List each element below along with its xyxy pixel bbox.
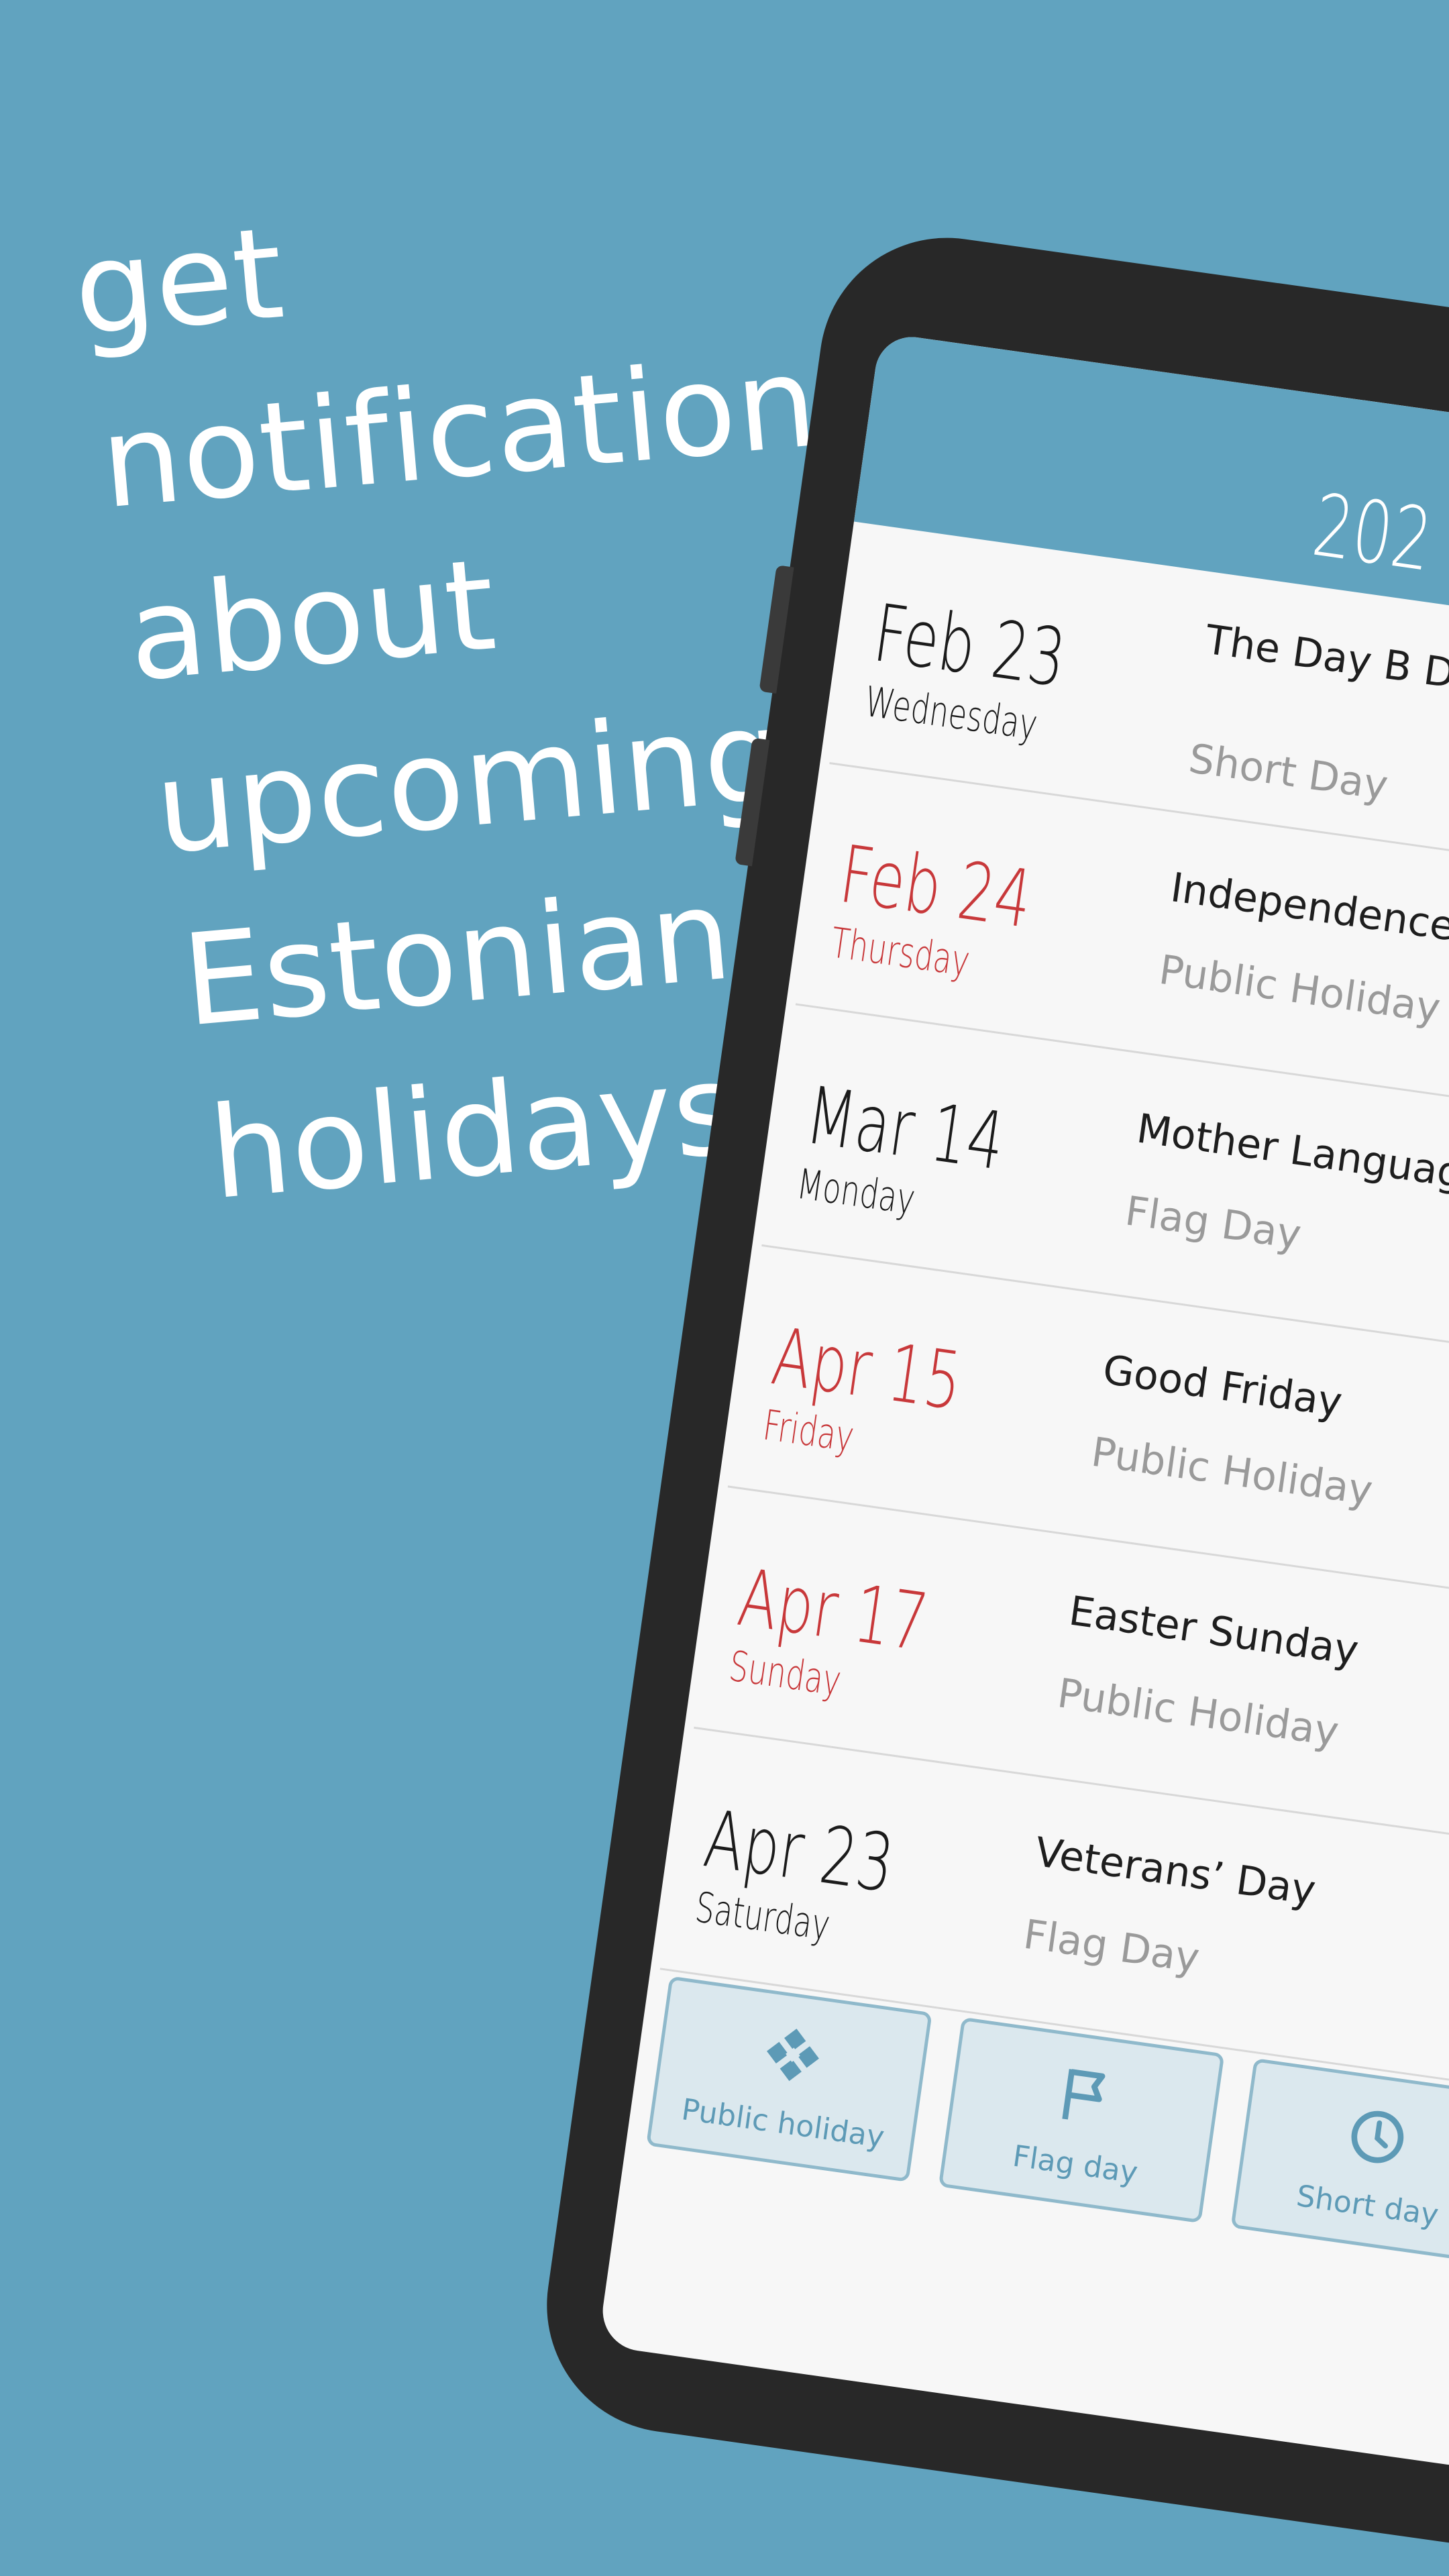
holiday-type: Public Holiday (1088, 1428, 1376, 1515)
holiday-name: The Day B Day (1202, 616, 1449, 705)
holiday-list: Feb 23 Wednesday The Day B Day Short Day… (651, 522, 1449, 2112)
filter-label: Short day (1294, 2178, 1441, 2233)
filter-label: Flag day (1010, 2139, 1140, 2191)
holiday-type: Flag Day (1122, 1187, 1304, 1259)
holiday-type: Flag Day (1020, 1911, 1203, 1982)
holiday-type: Public Holiday (1054, 1670, 1342, 1756)
public-holiday-icon (766, 2029, 819, 2082)
holiday-type: Short Day (1185, 735, 1391, 810)
year-title[interactable]: 202 (1307, 476, 1438, 591)
filter-label: Public holiday (679, 2092, 887, 2155)
flag-day-filter-button[interactable]: Flag day (938, 2017, 1225, 2224)
public-holiday-filter-button[interactable]: Public holiday (646, 1976, 932, 2182)
holiday-type: Public Holiday (1156, 946, 1444, 1032)
holiday-weekday: Sunday (726, 1641, 845, 1706)
clock-icon (1351, 2110, 1403, 2163)
flag-icon (1061, 2069, 1105, 2120)
short-day-filter-button[interactable]: Short day (1230, 2057, 1449, 2265)
holiday-weekday: Friday (760, 1400, 857, 1462)
